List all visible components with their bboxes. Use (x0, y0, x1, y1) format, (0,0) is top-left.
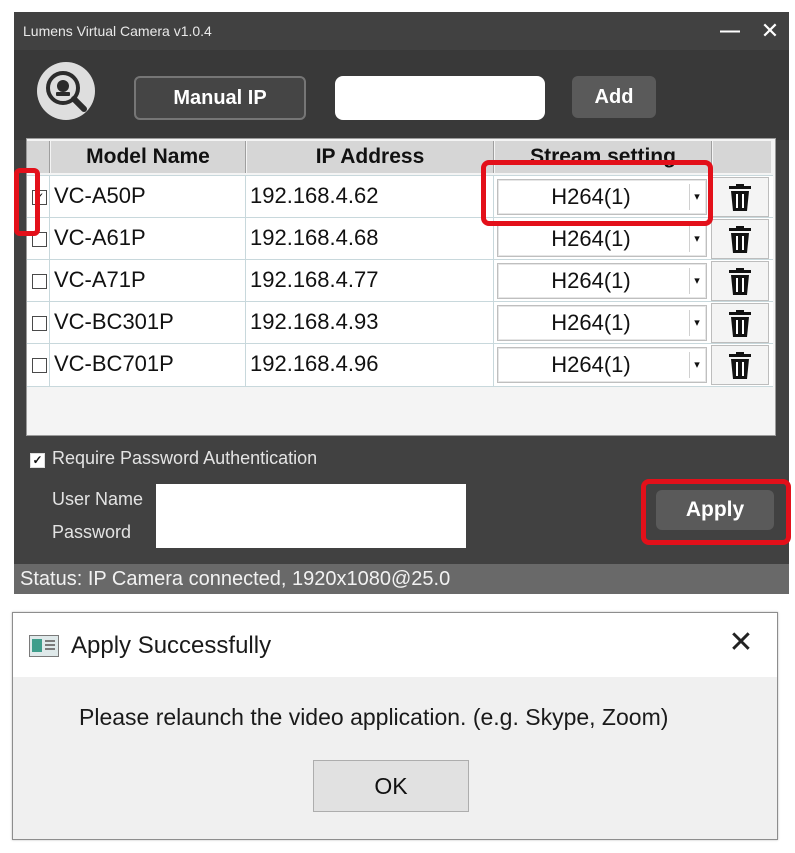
apply-success-dialog: Apply Successfully ✕ Please relaunch the… (12, 612, 778, 840)
username-label: User Name (52, 489, 144, 509)
model-name: VC-BC701P (54, 351, 174, 376)
delete-button[interactable] (711, 303, 769, 343)
minimize-button[interactable]: — (718, 18, 742, 44)
ip-address-input[interactable] (335, 76, 545, 120)
stream-setting-value: H264(1) (551, 268, 631, 293)
manual-ip-button[interactable]: Manual IP (134, 76, 306, 120)
table-header-model: Model Name (51, 141, 246, 173)
stream-setting-select[interactable]: H264(1) ▾ (497, 305, 707, 341)
require-password-checkbox[interactable]: ✓ (30, 453, 45, 468)
dialog-title: Apply Successfully (71, 632, 272, 659)
highlight-apply (641, 479, 791, 545)
trash-icon (729, 226, 751, 253)
app-window-icon (29, 635, 59, 657)
model-name: VC-A61P (54, 225, 146, 250)
row-checkbox[interactable] (32, 358, 47, 373)
password-input[interactable] (156, 516, 466, 548)
dropdown-arrow-icon[interactable]: ▾ (689, 226, 704, 252)
camera-search-icon[interactable] (37, 62, 95, 120)
stream-setting-select[interactable]: H264(1) ▾ (497, 263, 707, 299)
dialog-close-button[interactable]: ✕ (725, 627, 757, 659)
username-input[interactable] (156, 484, 466, 516)
ip-address: 192.168.4.68 (250, 225, 379, 250)
dialog-message: Please relaunch the video application. (… (79, 704, 669, 730)
table-header-delete (713, 141, 771, 173)
dropdown-arrow-icon[interactable]: ▾ (689, 310, 704, 336)
trash-icon (729, 310, 751, 337)
delete-button[interactable] (711, 177, 769, 217)
dialog-title-bar: Apply Successfully ✕ (13, 613, 777, 677)
stream-setting-select[interactable]: H264(1) ▾ (497, 221, 707, 257)
delete-button[interactable] (711, 261, 769, 301)
dropdown-arrow-icon[interactable]: ▾ (689, 268, 704, 294)
table-row: VC-BC301P 192.168.4.93 H264(1) ▾ (27, 301, 773, 344)
trash-icon (729, 268, 751, 295)
window-title: Lumens Virtual Camera v1.0.4 (23, 23, 212, 39)
toolbar: Manual IP Add (14, 50, 789, 140)
stream-setting-value: H264(1) (551, 226, 631, 251)
model-name: VC-A50P (54, 183, 146, 208)
highlight-stream-setting (481, 160, 713, 226)
password-label: Password (52, 522, 132, 542)
status-bar: Status: IP Camera connected, 1920x1080@2… (14, 564, 789, 594)
table-row: VC-A71P 192.168.4.77 H264(1) ▾ (27, 259, 773, 302)
require-password-label: Require Password Authentication (52, 448, 318, 468)
stream-setting-select[interactable]: H264(1) ▾ (497, 347, 707, 383)
ip-address: 192.168.4.96 (250, 351, 379, 376)
model-name: VC-A71P (54, 267, 146, 292)
highlight-checkbox (14, 168, 40, 236)
ip-address: 192.168.4.93 (250, 309, 379, 334)
dialog-body: Please relaunch the video application. (… (13, 677, 777, 839)
table-header-ip: IP Address (247, 141, 494, 173)
delete-button[interactable] (711, 345, 769, 385)
title-bar: Lumens Virtual Camera v1.0.4 — ✕ (14, 12, 789, 50)
model-name: VC-BC301P (54, 309, 174, 334)
stream-setting-value: H264(1) (551, 352, 631, 377)
ip-address: 192.168.4.62 (250, 183, 379, 208)
row-checkbox[interactable] (32, 316, 47, 331)
table-row: VC-BC701P 192.168.4.96 H264(1) ▾ (27, 343, 773, 387)
ip-address: 192.168.4.77 (250, 267, 379, 292)
delete-button[interactable] (711, 219, 769, 259)
row-checkbox[interactable] (32, 274, 47, 289)
trash-icon (729, 352, 751, 379)
trash-icon (729, 184, 751, 211)
dropdown-arrow-icon[interactable]: ▾ (689, 352, 704, 378)
close-button[interactable]: ✕ (758, 18, 782, 44)
stream-setting-value: H264(1) (551, 310, 631, 335)
ok-button[interactable]: OK (313, 760, 469, 812)
add-button[interactable]: Add (572, 76, 656, 118)
